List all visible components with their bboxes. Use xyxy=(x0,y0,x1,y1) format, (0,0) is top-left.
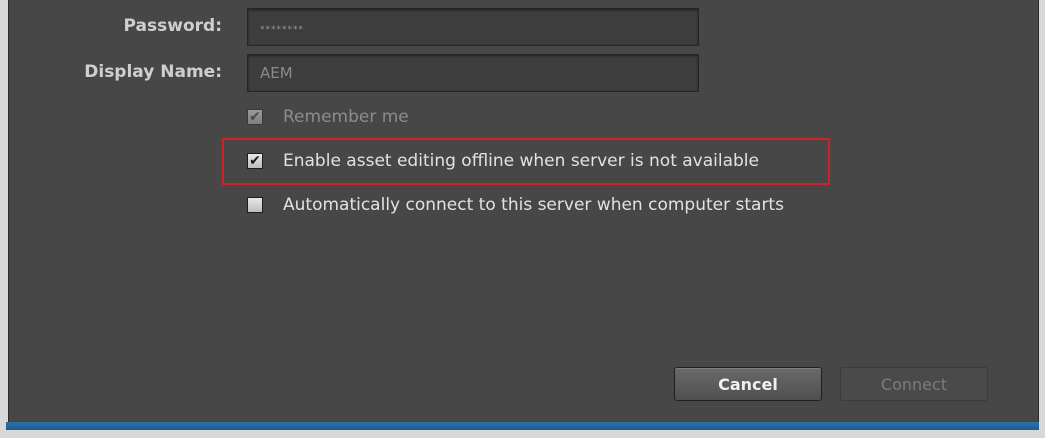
remember-me-label: Remember me xyxy=(283,107,409,127)
display-name-field[interactable]: AEM xyxy=(247,54,699,92)
password-label: Password: xyxy=(123,16,222,36)
highlight-box xyxy=(222,138,830,185)
password-field[interactable]: ******** xyxy=(247,8,699,46)
auto-connect-checkbox[interactable] xyxy=(247,197,263,213)
auto-connect-label: Automatically connect to this server whe… xyxy=(283,195,784,215)
window-bottom-border xyxy=(6,422,1039,430)
connect-button[interactable]: Connect xyxy=(840,367,988,401)
display-name-label: Display Name: xyxy=(84,62,222,82)
display-name-value: AEM xyxy=(260,64,293,82)
cancel-button[interactable]: Cancel xyxy=(674,367,822,401)
password-value: ******** xyxy=(260,25,304,35)
remember-me-checkbox[interactable]: ✔ xyxy=(247,109,263,125)
auto-connect-option[interactable]: Automatically connect to this server whe… xyxy=(247,194,784,216)
remember-me-option[interactable]: ✔ Remember me xyxy=(247,106,409,128)
dialog-frame: Password: ******** Display Name: AEM ✔ R… xyxy=(0,0,1045,438)
